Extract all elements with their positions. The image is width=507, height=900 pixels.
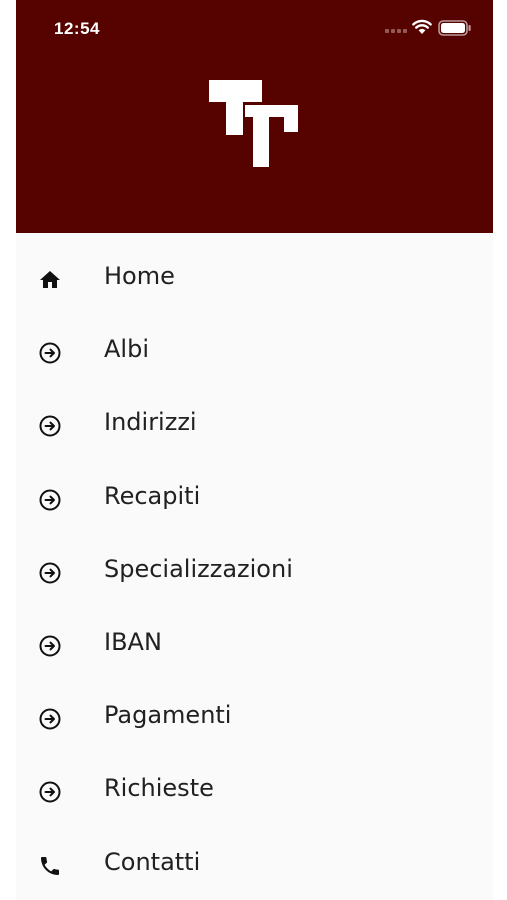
menu-item-recapiti[interactable]: Recapiti xyxy=(16,464,493,537)
menu-item-label: Specializzazioni xyxy=(104,554,293,583)
brand-logo xyxy=(209,80,298,167)
menu-item-indirizzi[interactable]: Indirizzi xyxy=(16,390,493,463)
arrow-circle-right-icon xyxy=(39,708,61,730)
menu-item-label: IBAN xyxy=(104,627,162,656)
arrow-circle-right-icon xyxy=(39,342,61,364)
home-icon xyxy=(40,271,60,288)
drawer-header: 12:54 xyxy=(16,0,493,233)
drawer-menu: Home Albi Indirizzi Recapiti Specializza… xyxy=(16,244,493,900)
navigation-drawer: 12:54 Home Albi Indirizzi Recapiti Speci… xyxy=(16,0,493,900)
arrow-circle-right-icon xyxy=(39,489,61,511)
arrow-circle-right-icon xyxy=(39,415,61,437)
arrow-circle-right-icon xyxy=(39,635,61,657)
arrow-circle-right-icon xyxy=(39,562,61,584)
status-bar: 12:54 xyxy=(16,0,493,56)
menu-item-label: Recapiti xyxy=(104,481,201,510)
menu-item-label: Contatti xyxy=(104,847,201,876)
menu-item-label: Home xyxy=(104,262,175,290)
menu-item-richieste[interactable]: Richieste xyxy=(16,756,493,829)
menu-item-home[interactable]: Home xyxy=(16,244,493,317)
menu-item-label: Indirizzi xyxy=(104,408,197,437)
menu-item-specializzazioni[interactable]: Specializzazioni xyxy=(16,537,493,610)
wifi-icon xyxy=(412,19,432,34)
battery-icon xyxy=(438,20,471,36)
menu-item-iban[interactable]: IBAN xyxy=(16,610,493,683)
menu-item-albi[interactable]: Albi xyxy=(16,317,493,390)
menu-item-pagamenti[interactable]: Pagamenti xyxy=(16,683,493,756)
menu-item-contatti[interactable]: Contatti xyxy=(16,830,493,900)
status-time: 12:54 xyxy=(54,19,100,38)
menu-item-label: Richieste xyxy=(104,774,214,803)
arrow-circle-right-icon xyxy=(39,781,61,803)
menu-item-label: Albi xyxy=(104,335,149,364)
signal-icon xyxy=(385,29,407,33)
menu-item-label: Pagamenti xyxy=(104,701,232,730)
phone-icon xyxy=(41,856,59,875)
